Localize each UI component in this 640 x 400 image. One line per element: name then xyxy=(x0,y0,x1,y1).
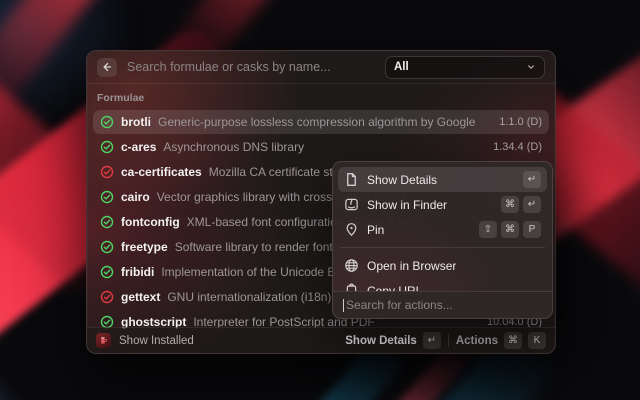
text-caret xyxy=(343,299,344,312)
formula-name: ca-certificates xyxy=(121,165,202,179)
wallpaper-shape xyxy=(0,324,70,400)
menu-divider xyxy=(340,247,545,248)
check-circle-icon xyxy=(100,290,114,304)
action-label: Show in Finder xyxy=(367,198,493,212)
document-icon xyxy=(344,172,359,187)
key-badge: ⌘ xyxy=(501,196,519,213)
footer-divider xyxy=(448,334,449,347)
formula-name: brotli xyxy=(121,115,151,129)
primary-action-button[interactable]: Show Details ↵ xyxy=(345,332,441,349)
key-badge: ⇧ xyxy=(479,221,497,238)
formula-name: cairo xyxy=(121,190,150,204)
formula-description: Asynchronous DNS library xyxy=(163,140,486,154)
actions-search-placeholder: Search for actions... xyxy=(346,298,453,312)
actions-button[interactable]: Actions ⌘ K xyxy=(456,332,546,349)
arrow-left-icon xyxy=(101,61,113,73)
formula-description: Generic-purpose lossless compression alg… xyxy=(158,115,492,129)
return-key-badge: ↵ xyxy=(423,332,441,349)
show-installed-label[interactable]: Show Installed xyxy=(119,335,194,347)
check-circle-icon xyxy=(100,265,114,279)
homebrew-extension-icon xyxy=(96,333,111,348)
action-menu-item[interactable]: Show in Finder ⌘↵ xyxy=(338,192,547,217)
footer-actions: Show Details ↵ Actions ⌘ K xyxy=(345,332,546,349)
formula-name: fribidi xyxy=(121,265,154,279)
check-circle-icon xyxy=(100,190,114,204)
action-label: Pin xyxy=(367,223,471,237)
formula-version: 1.1.0 (D) xyxy=(499,116,542,128)
formula-version: 1.34.4 (D) xyxy=(493,141,542,153)
check-circle-icon xyxy=(100,240,114,254)
search-input[interactable] xyxy=(127,60,375,74)
search-header: All xyxy=(87,51,555,84)
check-circle-icon xyxy=(100,115,114,129)
formula-row[interactable]: brotli Generic-purpose lossless compress… xyxy=(93,110,549,134)
action-menu-items: Show Details ↵ Show in Finder ⌘↵ Pin ⇧⌘P… xyxy=(333,162,552,308)
pin-icon xyxy=(344,222,359,237)
key-badge: ⌘ xyxy=(501,221,519,238)
action-menu: Show Details ↵ Show in Finder ⌘↵ Pin ⇧⌘P… xyxy=(332,161,553,319)
shortcut-keys: ⌘↵ xyxy=(501,196,541,213)
key-badge: ↵ xyxy=(523,171,541,188)
action-label: Open in Browser xyxy=(367,259,533,273)
actions-search-input[interactable]: Search for actions... xyxy=(333,291,552,318)
key-badge: ↵ xyxy=(523,196,541,213)
command-key-badge: ⌘ xyxy=(504,332,522,349)
action-menu-item[interactable]: Pin ⇧⌘P xyxy=(338,217,547,242)
formula-name: freetype xyxy=(121,240,168,254)
back-button[interactable] xyxy=(97,58,117,77)
shortcut-keys: ↵ xyxy=(523,171,541,188)
key-badge: P xyxy=(523,221,541,238)
desktop: All Formulae brotli Generic-purpose loss… xyxy=(0,0,640,400)
section-label: Formulae xyxy=(97,92,545,104)
action-menu-item[interactable]: Open in Browser xyxy=(338,253,547,278)
action-label: Show Details xyxy=(367,173,515,187)
action-menu-item[interactable]: Show Details ↵ xyxy=(338,167,547,192)
formula-name: c-ares xyxy=(121,140,156,154)
actions-label: Actions xyxy=(456,335,498,347)
filter-dropdown[interactable]: All xyxy=(385,56,545,79)
filter-value: All xyxy=(394,61,409,73)
formula-name: fontconfig xyxy=(121,215,180,229)
finder-icon xyxy=(344,197,359,212)
shortcut-keys: ⇧⌘P xyxy=(479,221,541,238)
check-circle-icon xyxy=(100,140,114,154)
globe-icon xyxy=(344,258,359,273)
check-circle-icon xyxy=(100,165,114,179)
chevron-down-icon xyxy=(526,62,536,72)
check-circle-icon xyxy=(100,215,114,229)
footer-bar: Show Installed Show Details ↵ Actions ⌘ … xyxy=(87,327,555,353)
k-key-badge: K xyxy=(528,332,546,349)
primary-action-label: Show Details xyxy=(345,335,417,347)
formula-name: gettext xyxy=(121,290,160,304)
formula-row[interactable]: c-ares Asynchronous DNS library 1.34.4 (… xyxy=(93,135,549,159)
